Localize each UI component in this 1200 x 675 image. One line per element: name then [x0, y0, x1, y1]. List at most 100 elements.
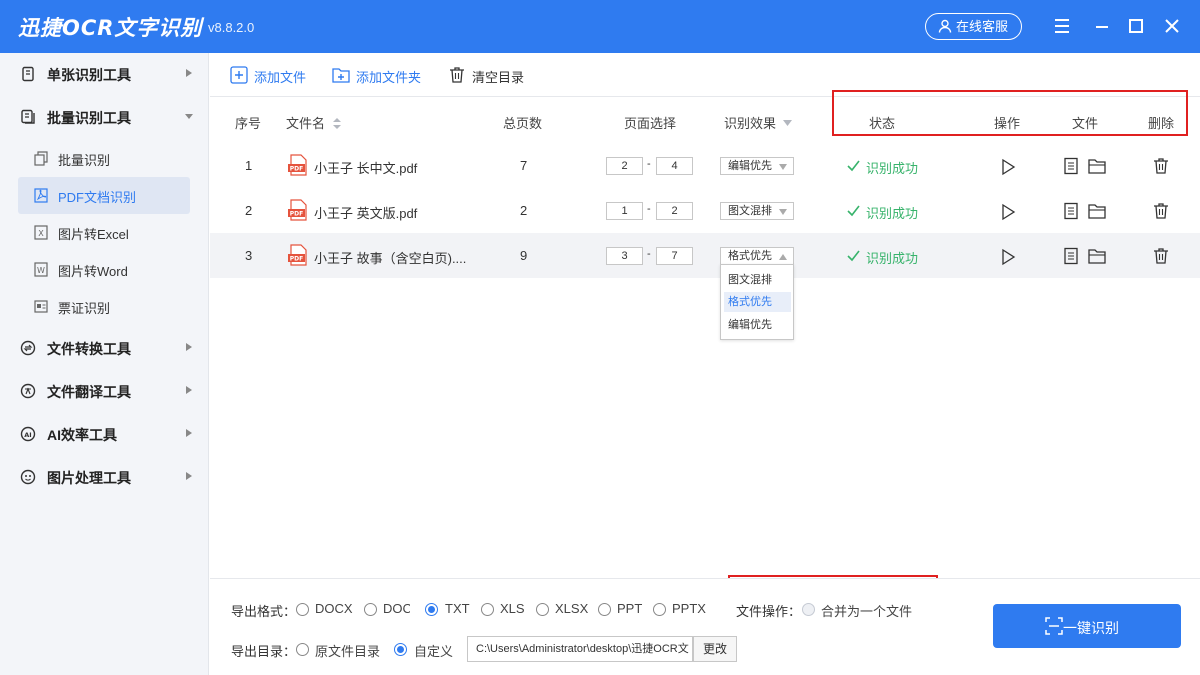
- folder-icon[interactable]: [1088, 157, 1106, 175]
- online-service-label: 在线客服: [956, 19, 1009, 34]
- trash-icon[interactable]: [1152, 157, 1170, 175]
- svg-text:PDF: PDF: [290, 211, 303, 218]
- format-radio-txt[interactable]: [425, 603, 438, 616]
- effect-select[interactable]: 编辑优先: [720, 157, 794, 175]
- trash-icon[interactable]: [1152, 202, 1170, 220]
- dropdown-option[interactable]: 图文混排: [724, 270, 791, 290]
- export-path-field[interactable]: C:\Users\Administrator\desktop\迅捷OCR文: [467, 636, 693, 662]
- add-file-button[interactable]: 添加文件: [230, 65, 330, 87]
- play-icon[interactable]: [999, 158, 1017, 176]
- sidebar-group-label: 文件转换工具: [47, 341, 131, 357]
- start-ocr-label: 一键识别: [1063, 620, 1119, 636]
- clear-list-button[interactable]: 清空目录: [448, 65, 538, 87]
- trash-icon[interactable]: [1152, 247, 1170, 265]
- sidebar-item-ticket[interactable]: 票证识别: [18, 288, 190, 325]
- header-effect[interactable]: 识别效果: [724, 113, 792, 132]
- export-dir-label: 导出目录：: [231, 644, 297, 659]
- sidebar-group-label: 文件翻译工具: [47, 384, 131, 400]
- check-icon: [847, 160, 860, 172]
- file-operation-label: 文件操作：: [736, 604, 802, 619]
- app-title: 迅捷OCR文字识别: [18, 16, 203, 40]
- page-from-input[interactable]: 1: [606, 202, 643, 220]
- dropdown-option[interactable]: 编辑优先: [724, 315, 791, 335]
- format-label-pptx[interactable]: PPTX: [672, 601, 706, 616]
- minimize-icon[interactable]: [1090, 14, 1114, 38]
- dir-radio-custom[interactable]: [394, 643, 407, 656]
- format-radio-doc[interactable]: [364, 603, 377, 616]
- dropdown-option-selected[interactable]: 格式优先: [724, 292, 791, 312]
- header-page-select: 页面选择: [624, 116, 677, 131]
- start-ocr-button[interactable]: 一键识别: [993, 604, 1181, 648]
- dir-label-custom[interactable]: 自定义: [414, 641, 453, 660]
- pdf-file-icon: PDF: [288, 244, 307, 266]
- add-folder-button[interactable]: 添加文件夹: [332, 65, 442, 87]
- page-range-dash: -: [647, 248, 651, 260]
- dir-label-original[interactable]: 原文件目录: [315, 641, 380, 660]
- status-text: 识别成功: [866, 161, 919, 176]
- format-radio-pptx[interactable]: [653, 603, 666, 616]
- sidebar-group-label: 单张识别工具: [47, 67, 131, 83]
- svg-text:AI: AI: [24, 431, 31, 439]
- sidebar-item-batch[interactable]: 批量识别: [18, 140, 190, 177]
- format-label-txt[interactable]: TXT: [445, 601, 470, 616]
- row-pages: 2: [520, 203, 528, 218]
- page-from-input[interactable]: 3: [606, 247, 643, 265]
- app-version: v8.8.2.0: [208, 20, 255, 35]
- sidebar-group-image[interactable]: 图片处理工具: [0, 456, 209, 498]
- page-to-input[interactable]: 7: [656, 247, 693, 265]
- check-icon: [847, 205, 860, 217]
- sidebar-item-label: 票证识别: [58, 301, 111, 316]
- online-service-button[interactable]: 在线客服: [925, 13, 1022, 40]
- menu-icon[interactable]: [1050, 14, 1074, 38]
- row-index: 3: [245, 248, 253, 263]
- close-icon[interactable]: [1160, 14, 1184, 38]
- merge-file-checkbox[interactable]: [802, 603, 815, 616]
- sidebar-item-excel[interactable]: X 图片转Excel: [18, 214, 190, 251]
- sidebar-group-batch[interactable]: 批量识别工具: [0, 96, 209, 138]
- sidebar-item-pdf[interactable]: PDF文档识别: [18, 177, 190, 214]
- pdf-icon: [34, 188, 48, 203]
- sidebar-group-single[interactable]: 单张识别工具: [0, 53, 209, 95]
- dir-radio-original[interactable]: [296, 643, 309, 656]
- document-icon[interactable]: [1062, 202, 1080, 220]
- page-from-input[interactable]: 2: [606, 157, 643, 175]
- document-icon[interactable]: [1062, 247, 1080, 265]
- trash-icon: [450, 67, 464, 83]
- folder-icon[interactable]: [1088, 247, 1106, 265]
- add-file-icon: [230, 66, 248, 84]
- format-label-doc[interactable]: DOC: [383, 601, 410, 616]
- format-label-xls[interactable]: XLS: [500, 601, 525, 616]
- add-folder-label: 添加文件夹: [356, 70, 422, 85]
- chevron-right-icon: [186, 386, 192, 394]
- sidebar-item-word[interactable]: W 图片转Word: [18, 251, 190, 288]
- chevron-right-icon: [186, 472, 192, 480]
- effect-select[interactable]: 图文混排: [720, 202, 794, 220]
- format-radio-ppt[interactable]: [598, 603, 611, 616]
- sidebar-group-label: AI效率工具: [47, 427, 117, 443]
- sidebar-group-ai[interactable]: AI AI效率工具: [0, 413, 209, 455]
- play-icon[interactable]: [999, 203, 1017, 221]
- maximize-icon[interactable]: [1124, 14, 1148, 38]
- page-to-input[interactable]: 2: [656, 202, 693, 220]
- format-radio-xls[interactable]: [481, 603, 494, 616]
- format-label-docx[interactable]: DOCX: [315, 601, 353, 616]
- play-icon[interactable]: [999, 248, 1017, 266]
- row-index: 2: [245, 203, 253, 218]
- format-label-ppt[interactable]: PPT: [617, 601, 642, 616]
- sidebar-group-translate[interactable]: 文件翻译工具: [0, 370, 209, 412]
- format-label-xlsx[interactable]: XLSX: [555, 601, 588, 616]
- format-radio-xlsx[interactable]: [536, 603, 549, 616]
- folder-icon[interactable]: [1088, 202, 1106, 220]
- header-filename[interactable]: 文件名: [286, 113, 341, 132]
- page-to-input[interactable]: 4: [656, 157, 693, 175]
- sidebar-item-label: 图片转Word: [58, 264, 128, 279]
- effect-select-value: 图文混排: [728, 205, 772, 217]
- change-path-button[interactable]: 更改: [693, 636, 737, 662]
- highlight-box-headers: [832, 90, 1188, 136]
- merge-file-label[interactable]: 合并为一个文件: [821, 601, 912, 620]
- format-radio-docx[interactable]: [296, 603, 309, 616]
- effect-select[interactable]: 格式优先: [720, 247, 794, 265]
- svg-text:W: W: [37, 266, 45, 275]
- sidebar-group-convert[interactable]: 文件转换工具: [0, 327, 209, 369]
- document-icon[interactable]: [1062, 157, 1080, 175]
